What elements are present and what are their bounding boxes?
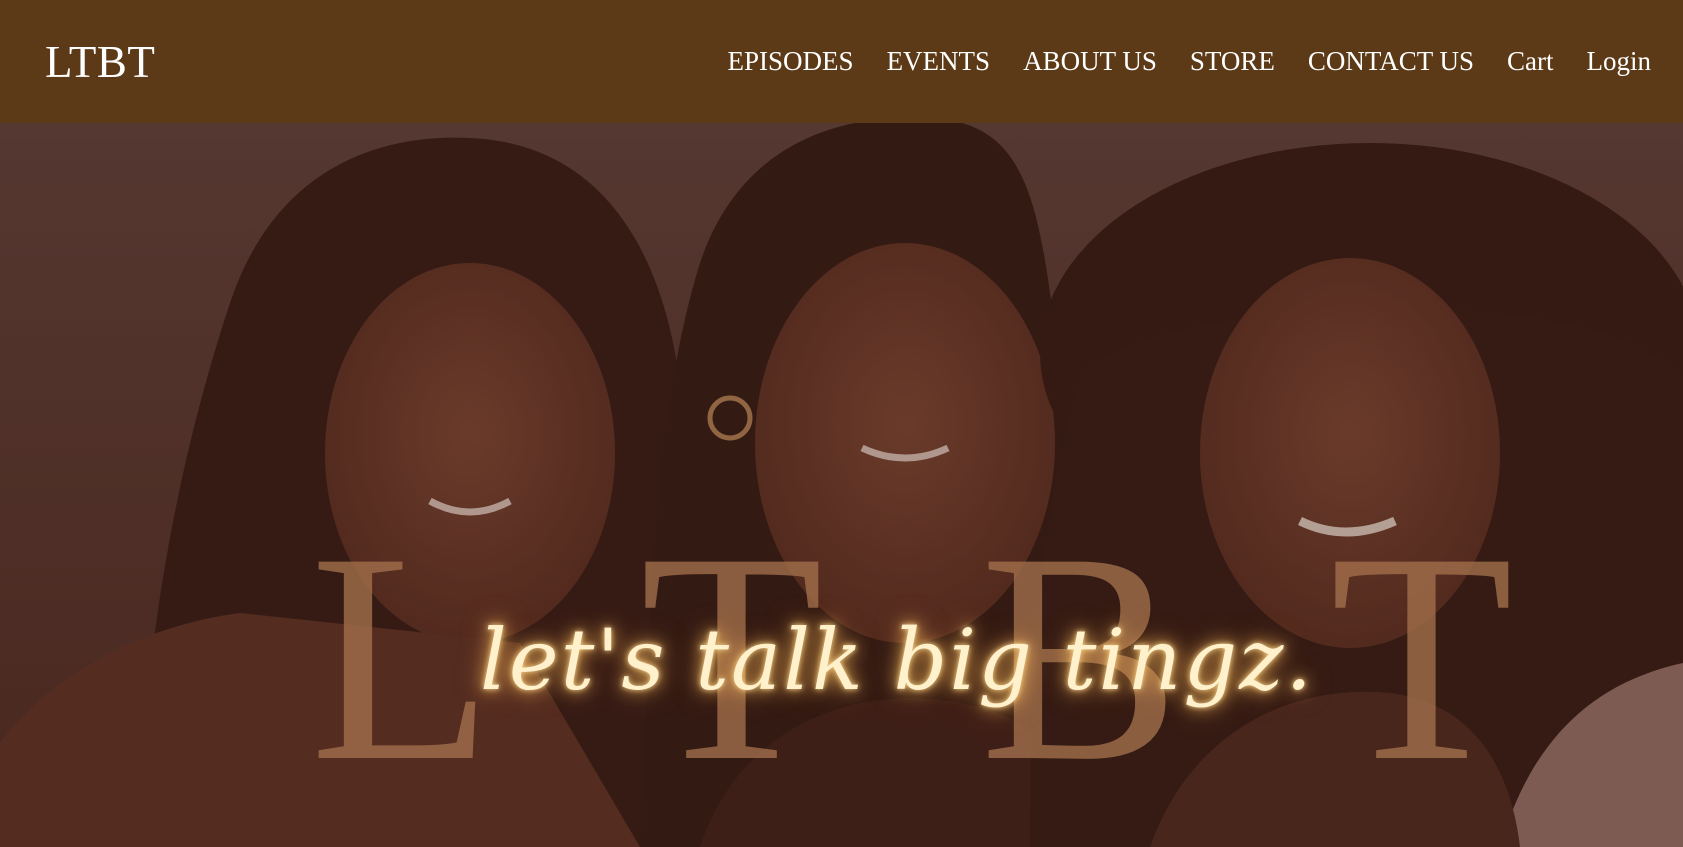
site-logo[interactable]: LTBT	[45, 36, 155, 88]
hero-tagline: let's talk big tingz.	[480, 611, 1315, 709]
nav-login[interactable]: Login	[1587, 46, 1652, 77]
main-nav: EPISODES EVENTS ABOUT US STORE CONTACT U…	[728, 46, 1651, 77]
hero-section: L T B T let's talk big tingz.	[0, 123, 1683, 847]
site-header: LTBT EPISODES EVENTS ABOUT US STORE CONT…	[0, 0, 1683, 123]
hero-monogram: L T B T	[310, 491, 1513, 823]
nav-episodes[interactable]: EPISODES	[728, 46, 854, 77]
hero-letter-l: L	[310, 491, 493, 823]
nav-cart[interactable]: Cart	[1507, 46, 1554, 77]
nav-about-us[interactable]: ABOUT US	[1023, 46, 1157, 77]
nav-store[interactable]: STORE	[1190, 46, 1275, 77]
nav-contact-us[interactable]: CONTACT US	[1308, 46, 1474, 77]
nav-events[interactable]: EVENTS	[887, 46, 991, 77]
